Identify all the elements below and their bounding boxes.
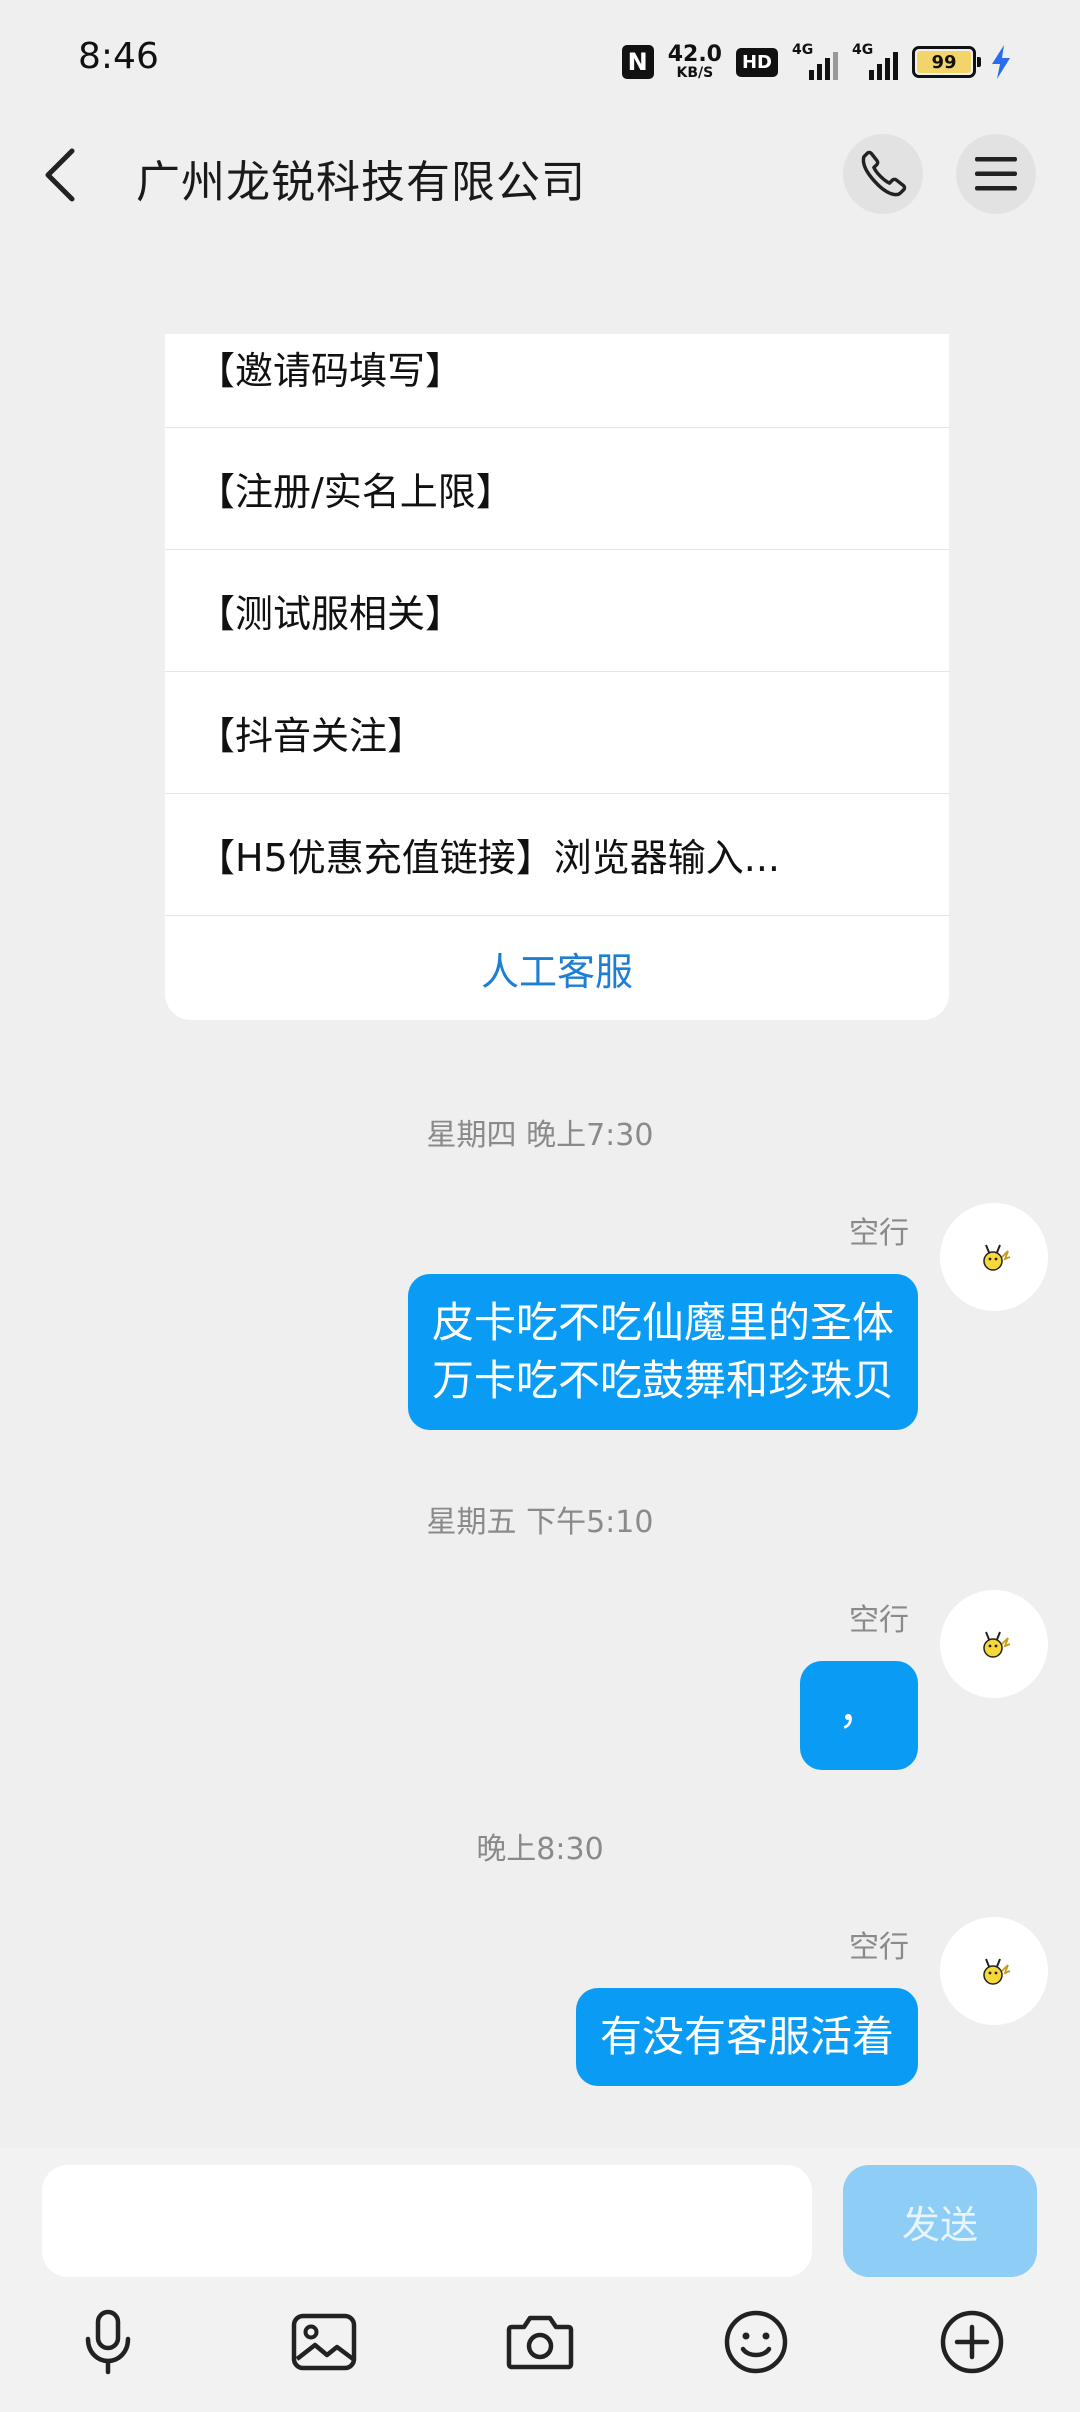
battery-level: 99: [931, 51, 957, 73]
network-speed-unit: KB/S: [676, 65, 714, 81]
menu-item-invite-code[interactable]: 【邀请码填写】: [165, 334, 949, 428]
emoji-icon: [724, 2310, 788, 2374]
message-timestamp: 星期四 晚上7:30: [426, 1118, 654, 1153]
hd-voice-icon: HD: [735, 47, 778, 77]
message-input[interactable]: [42, 2165, 812, 2277]
menu-item-test-server[interactable]: 【测试服相关】: [165, 550, 949, 672]
menu-item-h5-recharge[interactable]: 【H5优惠充值链接】浏览器输入...: [165, 794, 949, 916]
menu-item-douyin-follow[interactable]: 【抖音关注】: [165, 672, 949, 794]
plus-icon: [940, 2310, 1004, 2374]
emoji-button[interactable]: [716, 2302, 796, 2382]
sender-name: 空行: [849, 1216, 909, 1251]
send-button[interactable]: 发送: [843, 2165, 1037, 2277]
quick-reply-menu-card: 【邀请码填写】 【注册/实名上限】 【测试服相关】 【抖音关注】 【H5优惠充值…: [165, 334, 949, 1020]
human-service-link[interactable]: 人工客服: [165, 916, 949, 1020]
signal-sim2-icon: 4G: [852, 42, 898, 80]
pikachu-avatar-icon: [983, 1958, 1011, 1985]
nfc-icon: N: [621, 45, 654, 79]
more-menu-button[interactable]: [956, 134, 1036, 214]
menu-item-register-limit[interactable]: 【注册/实名上限】: [165, 428, 949, 550]
hamburger-menu-icon: [975, 157, 1017, 191]
message-bubble[interactable]: ，: [800, 1661, 918, 1770]
gallery-button[interactable]: [284, 2302, 364, 2382]
message-bubble[interactable]: 皮卡吃不吃仙魔里的圣体 万卡吃不吃鼓舞和珍珠贝: [407, 1274, 918, 1430]
charging-bolt-icon: [992, 45, 1010, 79]
user-avatar[interactable]: [940, 1590, 1048, 1698]
user-avatar[interactable]: [940, 1203, 1048, 1311]
network-speed: 42.0 KB/S: [667, 42, 722, 81]
voice-button[interactable]: [68, 2302, 148, 2382]
sender-name: 空行: [849, 1603, 909, 1638]
call-button[interactable]: [843, 134, 923, 214]
message-timestamp: 晚上8:30: [476, 1832, 604, 1867]
more-options-button[interactable]: [932, 2302, 1012, 2382]
signal-sim1-icon: 4G: [792, 42, 838, 80]
message-bubble[interactable]: 有没有客服活着: [575, 1988, 918, 2086]
battery-icon: 99: [912, 46, 981, 78]
network-speed-value: 42.0: [667, 42, 722, 67]
sender-name: 空行: [849, 1930, 909, 1965]
pikachu-avatar-icon: [983, 1244, 1011, 1271]
message-timestamp: 星期五 下午5:10: [426, 1505, 654, 1540]
status-icons: N 42.0 KB/S HD 4G 4G 99: [621, 40, 1012, 84]
camera-icon: [506, 2315, 574, 2370]
user-avatar[interactable]: [940, 1917, 1048, 2025]
page-title: 广州龙锐科技有限公司: [136, 157, 586, 208]
chevron-left-icon: [45, 148, 75, 202]
phone-icon: [861, 150, 907, 197]
status-time: 8:46: [78, 36, 159, 77]
microphone-icon: [85, 2309, 131, 2375]
image-icon: [291, 2313, 357, 2371]
pikachu-avatar-icon: [983, 1631, 1011, 1658]
back-button[interactable]: [30, 140, 90, 210]
camera-button[interactable]: [500, 2302, 580, 2382]
